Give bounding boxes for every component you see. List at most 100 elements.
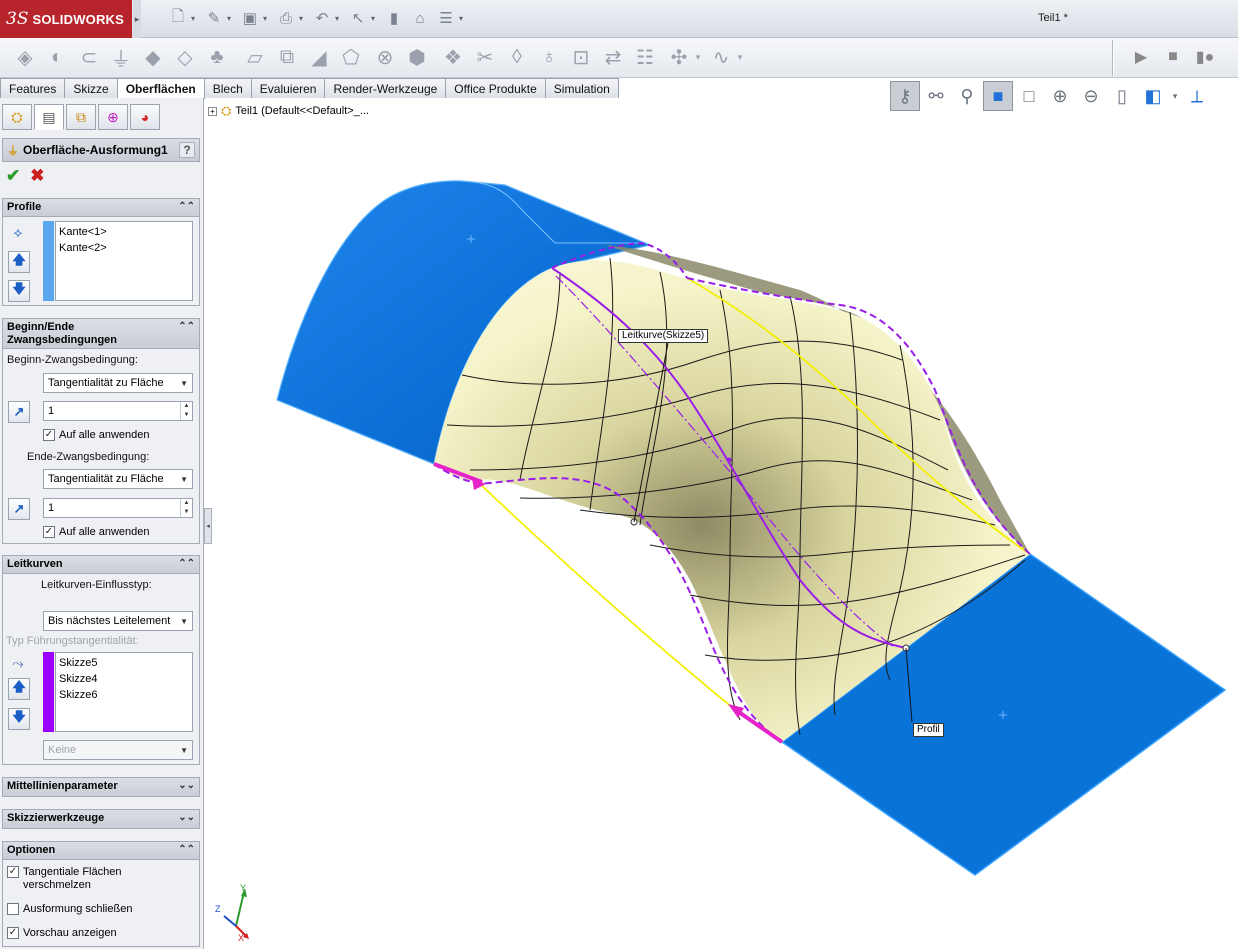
feature-manager-icon[interactable]: ⛭ (2, 104, 32, 130)
influence-type-select[interactable]: Bis nächstes Leitelement ▼ (43, 611, 193, 631)
constraints-group-header[interactable]: Beginn/Ende Zwangsbedingungen ⌃⌃ (3, 319, 199, 349)
sketch-tools-group[interactable]: Skizzierwerkzeuge ⌄⌄ (2, 809, 200, 829)
save-icon[interactable]: ▣ (240, 7, 260, 29)
model-view[interactable] (205, 98, 1238, 949)
collapse-up-icon[interactable]: ⌃⌃ (178, 844, 195, 855)
rebuild-icon[interactable]: ▮ (384, 7, 404, 29)
list-item[interactable]: Skizze4 (59, 671, 189, 687)
knit-surface-icon[interactable]: ♁ (534, 42, 564, 72)
checkbox-checked-icon[interactable]: ✓ (7, 927, 19, 939)
planar-surface-icon[interactable]: ▱ (240, 42, 270, 72)
cut-with-surface-icon[interactable]: ☷ (630, 42, 660, 72)
start-constraint-select[interactable]: Tangentialität zu Fläche ▼ (43, 373, 193, 393)
list-item[interactable]: Skizze6 (59, 687, 189, 703)
print-dropdown-icon[interactable]: ▾ (296, 14, 306, 23)
property-manager-icon[interactable]: ▤ (34, 104, 64, 130)
guide-curves-group-header[interactable]: Leitkurven ⌃⌃ (3, 556, 199, 574)
ruled-surface-icon[interactable]: ◢ (304, 42, 334, 72)
merge-tangent-checkbox[interactable]: ✓ Tangentiale Flächen verschmelzen (7, 866, 187, 892)
tree-expand-icon[interactable]: + (208, 106, 217, 116)
show-preview-checkbox[interactable]: ✓ Vorschau anzeigen (7, 927, 117, 940)
move-down-button[interactable]: 🡇 (8, 280, 30, 302)
end-constraint-select[interactable]: Tangentialität zu Fläche ▼ (43, 469, 193, 489)
centerline-group-header[interactable]: Mittellinienparameter ⌄⌄ (3, 778, 199, 796)
extend-surface-icon[interactable]: ❖ (438, 42, 468, 72)
expand-down-icon[interactable]: ⌄⌄ (178, 812, 195, 823)
record-icon[interactable]: ▮● (1192, 44, 1218, 70)
cancel-x-icon[interactable]: ✖ (30, 166, 44, 186)
tab-skizze[interactable]: Skizze (64, 78, 118, 98)
start-apply-all-checkbox[interactable]: ✓ Auf alle anwenden (43, 429, 150, 442)
select-arrow-icon[interactable]: ↖ (348, 7, 368, 29)
start-weight-spinner[interactable]: 1 ▲ ▼ (43, 401, 193, 421)
panel-splitter-handle[interactable]: ◂ (204, 508, 212, 544)
view-orientation-icon[interactable]: ◧ (1138, 81, 1168, 111)
new-dropdown-icon[interactable]: ▾ (188, 14, 198, 23)
tab-office-produkte[interactable]: Office Produkte (445, 78, 546, 98)
centerline-group[interactable]: Mittellinienparameter ⌄⌄ (2, 777, 200, 797)
filled-surface-icon[interactable]: ◇ (170, 42, 200, 72)
extruded-surface-icon[interactable]: ◈ (10, 42, 40, 72)
reverse-direction-button[interactable]: ↗ (8, 498, 30, 520)
solidworks-logo[interactable]: 3S SOLIDWORKS (0, 0, 132, 38)
save-dropdown-icon[interactable]: ▾ (260, 14, 270, 23)
tab-oberflaechen[interactable]: Oberflächen (116, 78, 205, 99)
replace-face-icon[interactable]: ⬢ (402, 42, 432, 72)
move-up-button[interactable]: 🡅 (8, 251, 30, 273)
thicken-icon[interactable]: ⊡ (566, 42, 596, 72)
callout-guide-curve[interactable]: Leitkurve(Skizze5) (618, 329, 709, 343)
expand-down-icon[interactable]: ⌄⌄ (178, 780, 195, 791)
options-icon[interactable]: ☰ (436, 7, 456, 29)
undo-dropdown-icon[interactable]: ▾ (332, 14, 342, 23)
view-orientation-dropdown-icon[interactable]: ▾ (1169, 81, 1181, 111)
select-dropdown-icon[interactable]: ▾ (368, 14, 378, 23)
checkbox-checked-icon[interactable]: ✓ (7, 866, 19, 878)
end-weight-spinner[interactable]: 1 ▲ ▼ (43, 498, 193, 518)
profile-list[interactable]: Kante<1> Kante<2> (55, 221, 193, 301)
tab-simulation[interactable]: Simulation (544, 78, 619, 98)
zoom-to-area-icon[interactable]: ⚲ (952, 81, 982, 111)
graphics-area[interactable]: Leitkurve(Skizze5) Profil (205, 98, 1238, 949)
stop-icon[interactable]: ■ (1160, 44, 1186, 70)
list-item[interactable]: Kante<1> (59, 224, 189, 240)
checkbox-checked-icon[interactable]: ✓ (43, 429, 55, 441)
section-view-icon[interactable]: ▯ (1107, 81, 1137, 111)
guide-list[interactable]: Skizze5 Skizze4 Skizze6 (55, 652, 193, 732)
lofted-surface-icon[interactable]: ⏚ (106, 42, 136, 72)
sketch-tools-group-header[interactable]: Skizzierwerkzeuge ⌄⌄ (3, 810, 199, 828)
spinner-arrows-icon[interactable]: ▲ ▼ (180, 402, 192, 420)
collapse-up-icon[interactable]: ⌃⌃ (178, 201, 195, 212)
file-properties-icon[interactable]: ⌂ (410, 7, 430, 29)
thicken-cut-icon[interactable]: ⇄ (598, 42, 628, 72)
reverse-direction-button[interactable]: ↗ (8, 401, 30, 423)
collapse-up-icon[interactable]: ⌃⌃ (178, 321, 195, 332)
hidden-lines-icon[interactable]: □ (1014, 81, 1044, 111)
collapse-up-icon[interactable]: ⌃⌃ (178, 558, 195, 569)
menu-expand-arrow-icon[interactable]: ▸ (133, 0, 141, 38)
tab-features[interactable]: Features (0, 78, 66, 98)
list-item[interactable]: Skizze5 (59, 655, 189, 671)
options-dropdown-icon[interactable]: ▾ (456, 14, 466, 23)
open-folder-icon[interactable]: ✎ (204, 7, 224, 29)
list-item[interactable]: Kante<2> (59, 240, 189, 256)
play-icon[interactable]: ▶ (1128, 44, 1154, 70)
feature-tree-root[interactable]: + ⛭ Teil1 (Default<<Default>_... (208, 103, 369, 119)
configuration-manager-icon[interactable]: ⧉ (66, 104, 96, 130)
previous-view-icon[interactable]: ⚷ (890, 81, 920, 111)
display-manager-icon[interactable]: ◕ (130, 104, 160, 130)
ok-checkmark-icon[interactable]: ✔ (6, 166, 20, 186)
checkbox-unchecked-icon[interactable] (7, 903, 19, 915)
options-group-header[interactable]: Optionen ⌃⌃ (3, 842, 199, 860)
offset-surface-icon[interactable]: ⧉ (272, 42, 302, 72)
new-document-icon[interactable]: 🗋 (168, 7, 188, 29)
mid-surface-dropdown-icon[interactable]: ▾ (734, 42, 746, 72)
checkbox-checked-icon[interactable]: ✓ (43, 526, 55, 538)
zoom-out-icon[interactable]: ⊖ (1076, 81, 1106, 111)
open-dropdown-icon[interactable]: ▾ (224, 14, 234, 23)
zoom-to-fit-icon[interactable]: ⚯ (921, 81, 951, 111)
move-up-button[interactable]: 🡅 (8, 678, 30, 700)
move-copy-bodies-icon[interactable]: ✣ (664, 42, 694, 72)
mid-surface-icon[interactable]: ∿ (706, 42, 736, 72)
delete-face-icon[interactable]: ⊗ (370, 42, 400, 72)
freeform-icon[interactable]: ♣ (202, 42, 232, 72)
